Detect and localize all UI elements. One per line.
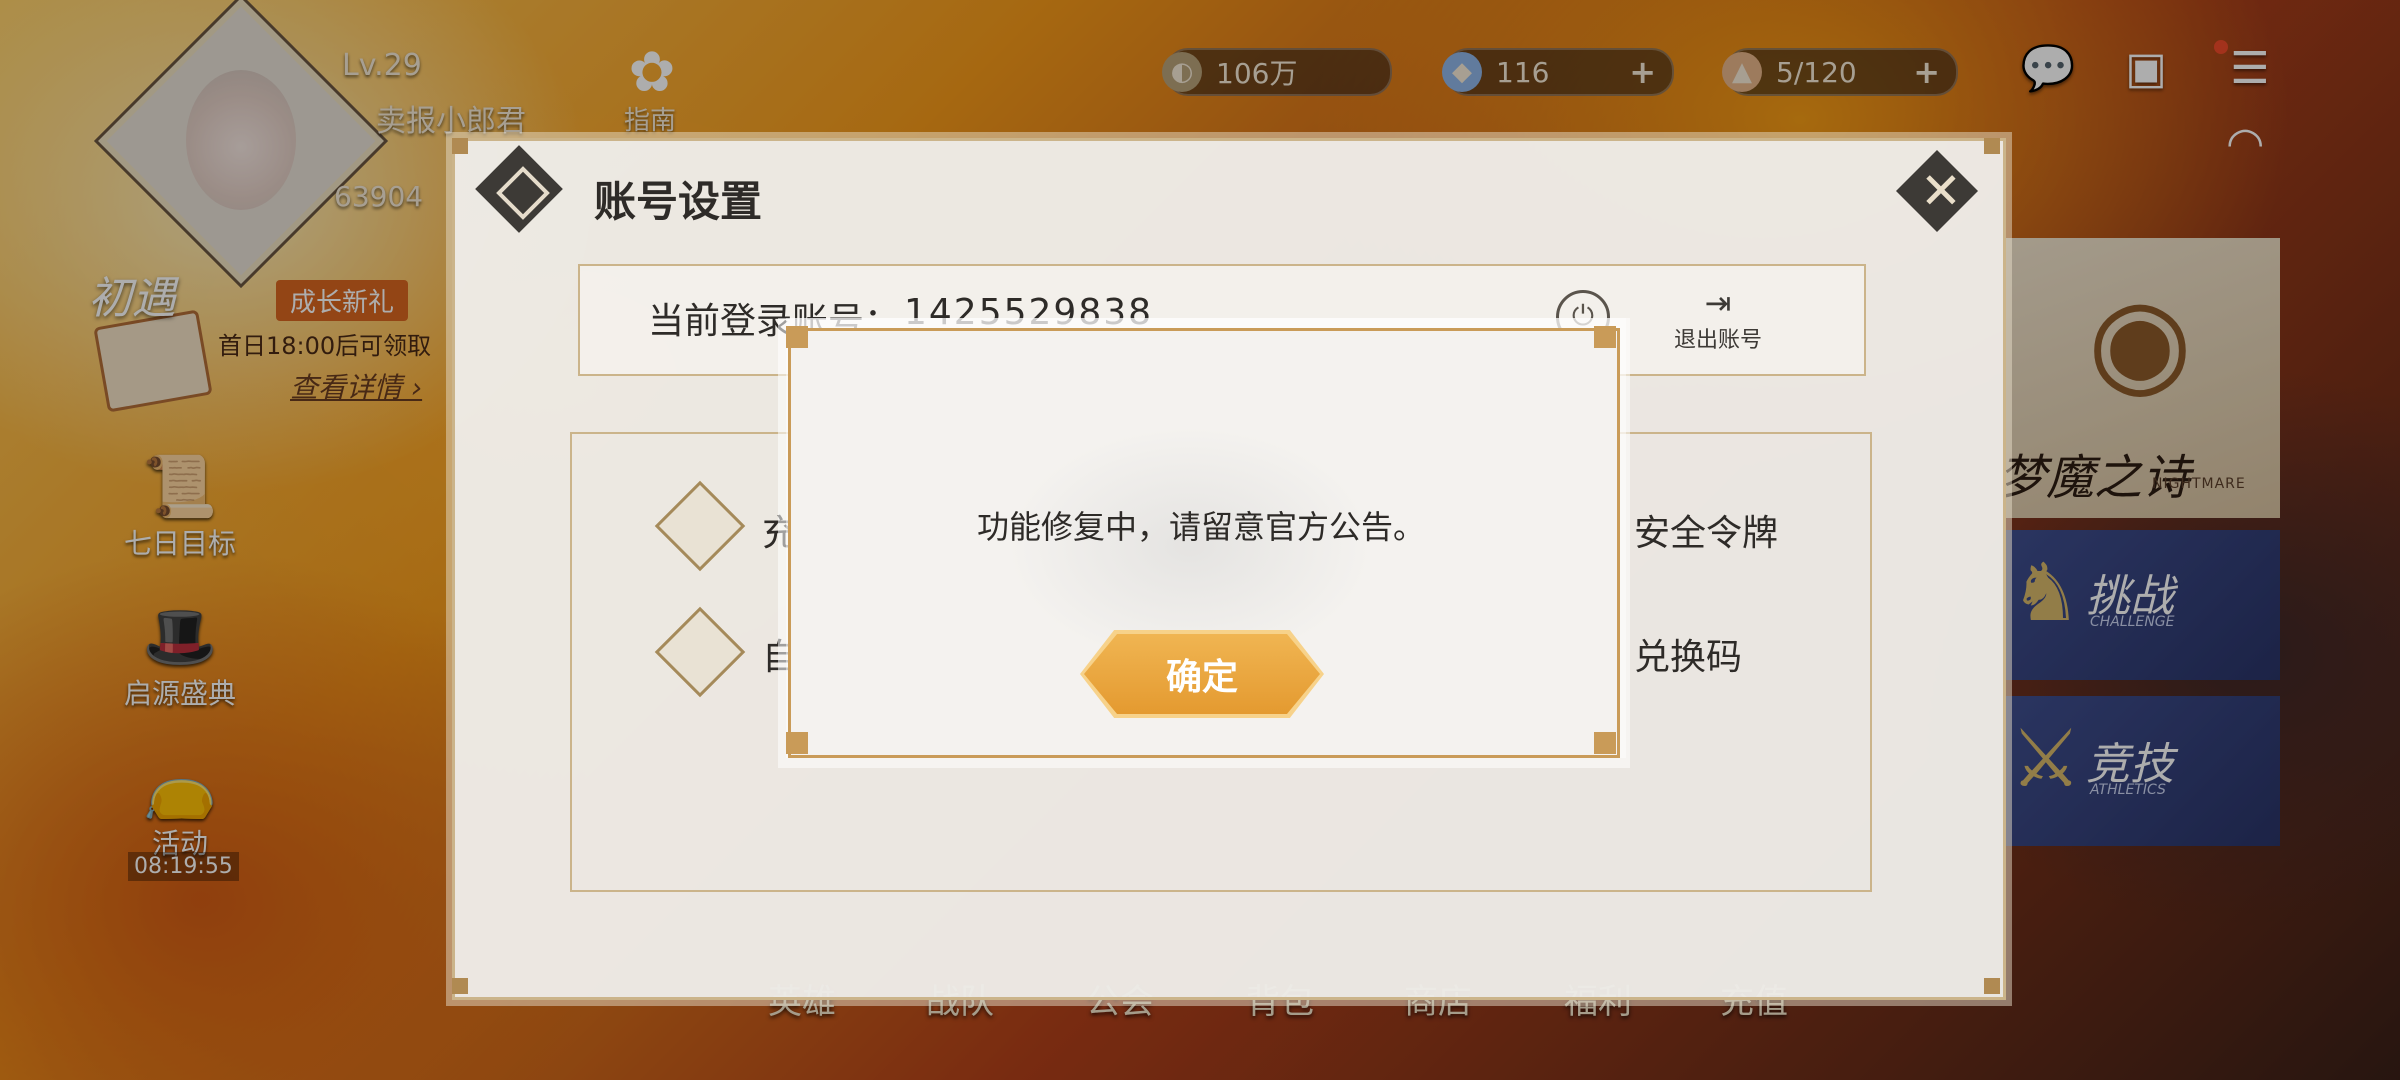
logout-icon: ⇥ [1704, 284, 1732, 322]
confirm-button[interactable]: 确定 [1084, 634, 1320, 714]
option-redeem-code[interactable]: 兑换码 [1634, 628, 1742, 680]
panel-corner-ornament [452, 138, 468, 154]
panel-corner-ornament [1984, 978, 2000, 994]
dialog-message: 功能修复中，请留意官方公告。 [976, 508, 1425, 546]
close-icon[interactable]: ✕ [1910, 160, 1972, 222]
logout-label: 退出账号 [1673, 328, 1762, 353]
dialog-corner-ornament [1594, 326, 1616, 348]
panel-corner-ornament [452, 978, 468, 994]
panel-corner-ornament [1984, 138, 2000, 154]
dialog-corner-ornament [786, 732, 808, 754]
logout-button[interactable]: ⇥ 退出账号 [1660, 284, 1776, 364]
option-security-token[interactable]: 安全令牌 [1634, 504, 1778, 556]
panel-title: 账号设置 [594, 177, 763, 226]
dialog-corner-ornament [1594, 732, 1616, 754]
dialog-corner-ornament [786, 326, 808, 348]
